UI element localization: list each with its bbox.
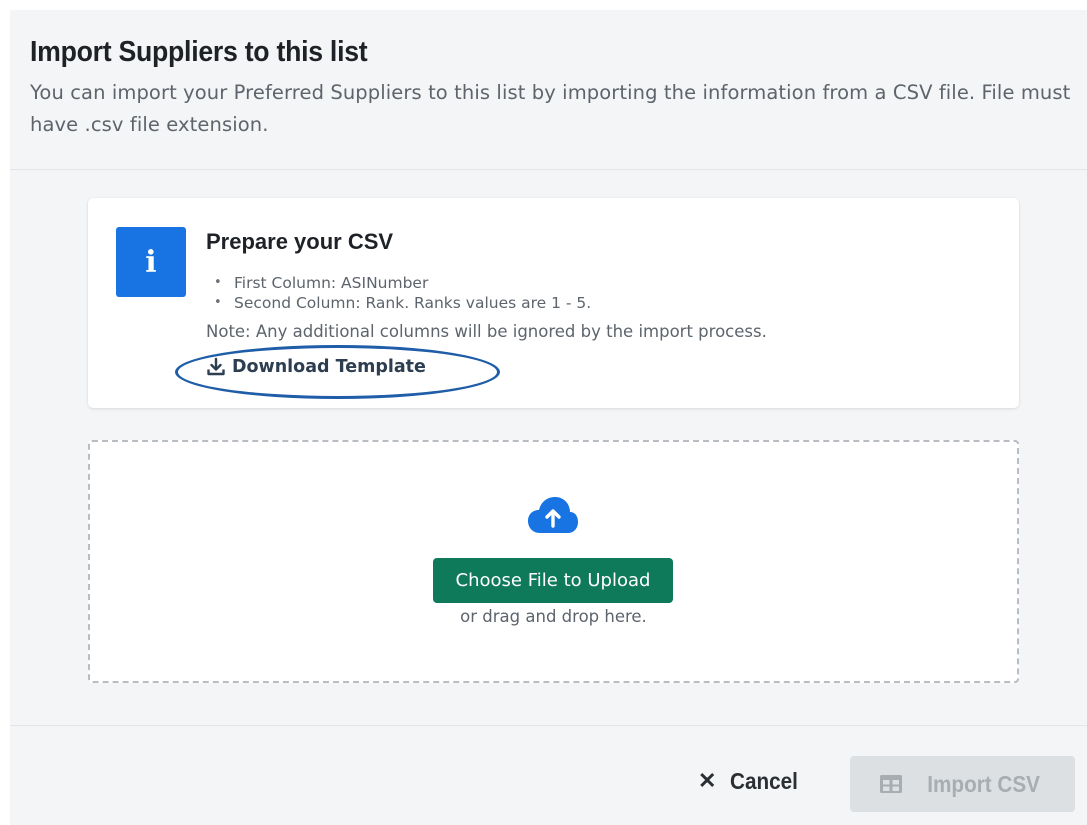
- csv-instructions-card: i Prepare your CSV First Column: ASINumb…: [88, 198, 1019, 408]
- dialog-footer: ✕ Cancel Import CSV: [10, 727, 1087, 825]
- dialog-description: You can import your Preferred Suppliers …: [30, 81, 1071, 136]
- import-csv-button[interactable]: Import CSV: [850, 756, 1075, 812]
- list-item: First Column: ASINumber: [214, 273, 591, 293]
- info-icon: i: [116, 227, 186, 297]
- import-suppliers-dialog: Import Suppliers to this list You can im…: [10, 10, 1087, 825]
- close-icon: ✕: [698, 768, 717, 793]
- cancel-label: Cancel: [730, 767, 799, 794]
- import-note: Note: Any additional columns will be ign…: [206, 322, 767, 341]
- cancel-button[interactable]: ✕ Cancel: [688, 761, 816, 801]
- table-icon: [879, 775, 902, 793]
- cloud-upload-icon: [528, 497, 578, 533]
- file-dropzone[interactable]: Choose File to Upload or drag and drop h…: [88, 440, 1019, 683]
- import-csv-label: Import CSV: [927, 770, 1040, 797]
- dialog-header: Import Suppliers to this list You can im…: [10, 10, 1087, 170]
- download-template-link[interactable]: Download Template: [206, 357, 426, 377]
- card-title: Prepare your CSV: [206, 229, 394, 254]
- csv-column-list: First Column: ASINumber Second Column: R…: [214, 273, 591, 313]
- download-icon: [207, 357, 225, 376]
- dialog-body: i Prepare your CSV First Column: ASINumb…: [10, 171, 1087, 726]
- choose-file-button[interactable]: Choose File to Upload: [433, 558, 673, 603]
- drag-drop-hint: or drag and drop here.: [460, 607, 647, 626]
- dialog-title: Import Suppliers to this list: [30, 36, 368, 68]
- list-item: Second Column: Rank. Ranks values are 1 …: [214, 293, 591, 313]
- download-template-label: Download Template: [232, 357, 426, 377]
